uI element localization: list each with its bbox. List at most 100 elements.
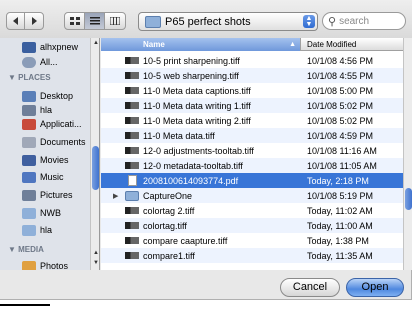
sidebar: alhxpnew All... ▼ PLACES Desktop hla App… — [0, 38, 100, 270]
search-icon: ⚲ — [328, 15, 337, 28]
sidebar-item-label: Documents — [40, 137, 86, 147]
file-date-modified: Today, 11:00 AM — [307, 220, 373, 231]
sidebar-item-documents[interactable]: Documents — [0, 135, 90, 149]
file-row[interactable]: 2008100614093774.pdf Today, 2:18 PM — [101, 173, 403, 188]
folder-icon — [22, 207, 36, 219]
file-date-modified: Today, 11:35 AM — [307, 250, 373, 261]
sidebar-scrollbar[interactable]: ▲ ▲ ▼ — [90, 38, 99, 270]
pictures-icon — [22, 189, 36, 201]
scroll-down-arrow-icon[interactable]: ▼ — [92, 260, 99, 268]
file-date-modified: 10/1/08 5:02 PM — [307, 100, 374, 111]
file-row[interactable]: colortag.tiff Today, 11:00 AM — [101, 218, 403, 233]
file-name: compare caapture.tiff — [143, 235, 228, 246]
forward-arrow-icon[interactable] — [25, 13, 43, 29]
sidebar-item-all[interactable]: All... — [0, 55, 90, 69]
file-date-modified: Today, 11:02 AM — [307, 205, 373, 216]
tiff-icon — [125, 132, 139, 139]
file-name: 11-0 Meta data writing 1.tiff — [143, 100, 251, 111]
file-row[interactable]: 10-5 print sharpening.tiff 10/1/08 4:56 P… — [101, 53, 403, 68]
sidebar-scroll-thumb[interactable] — [92, 146, 99, 190]
file-row[interactable]: colortag 2.tiff Today, 11:02 AM — [101, 203, 403, 218]
folder-icon — [22, 224, 36, 236]
sort-ascending-icon: ▲ — [289, 41, 296, 48]
file-row[interactable]: 12-0 adjustments-tooltab.tiff 10/1/08 11:… — [101, 143, 403, 158]
file-name: 10-5 print sharpening.tiff — [143, 55, 240, 66]
disk-icon — [22, 41, 36, 53]
file-row[interactable]: 10-5 web sharpening.tiff 10/1/08 4:55 PM — [101, 68, 403, 83]
list-scroll-thumb[interactable] — [405, 188, 412, 210]
media-header[interactable]: ▼ MEDIA — [8, 245, 44, 254]
scroll-up-arrow-icon[interactable]: ▲ — [92, 250, 99, 258]
folder-icon — [125, 190, 139, 201]
button-bar: Cancel Open — [0, 270, 412, 300]
file-date-modified: Today, 1:38 PM — [307, 235, 369, 246]
file-date-modified: 10/1/08 4:59 PM — [307, 130, 374, 141]
cancel-button[interactable]: Cancel — [280, 278, 340, 297]
sidebar-item-label: Desktop — [40, 91, 74, 101]
tiff-icon — [125, 162, 139, 169]
sidebar-item-label: Applicati... — [40, 119, 82, 129]
file-row[interactable]: 11-0 Meta data writing 1.tiff 10/1/08 5:0… — [101, 98, 403, 113]
location-popup[interactable]: P65 perfect shots ▲ ▼ — [138, 12, 318, 31]
popup-arrows-icon: ▲ ▼ — [303, 15, 315, 28]
sidebar-item-applications[interactable]: Applicati... — [0, 117, 90, 131]
file-name: 11-0 Meta data writing 2.tiff — [143, 115, 251, 126]
sidebar-item-nwb[interactable]: NWB — [0, 206, 90, 220]
movies-icon — [22, 154, 36, 166]
scroll-up-arrow-icon[interactable]: ▲ — [92, 40, 99, 48]
list-view-icon[interactable] — [85, 13, 105, 29]
back-arrow-icon[interactable] — [7, 13, 25, 29]
sidebar-item-label: Movies — [40, 155, 69, 165]
list-scrollbar[interactable] — [403, 38, 412, 270]
sidebar-item-label: Pictures — [40, 190, 73, 200]
tiff-icon — [125, 237, 139, 244]
file-date-modified: 10/1/08 5:02 PM — [307, 115, 374, 126]
file-name: 11-0 Meta data.tiff — [143, 130, 215, 141]
name-column-header[interactable]: Name ▲ — [101, 38, 301, 51]
file-date-modified: 10/1/08 5:19 PM — [307, 190, 374, 201]
icon-view-icon[interactable] — [65, 13, 85, 29]
sidebar-item-desktop[interactable]: Desktop — [0, 89, 90, 103]
sidebar-item-hla-folder[interactable]: hla — [0, 223, 90, 237]
file-row[interactable]: 11-0 Meta data writing 2.tiff 10/1/08 5:0… — [101, 113, 403, 128]
tiff-icon — [125, 207, 139, 214]
file-row[interactable]: 11-0 Meta data captions.tiff 10/1/08 5:00… — [101, 83, 403, 98]
sidebar-item-label: hla — [40, 225, 53, 235]
search-input[interactable] — [339, 15, 400, 27]
network-icon — [22, 56, 36, 68]
disclosure-triangle-icon[interactable]: ▶ — [113, 192, 118, 200]
photos-icon — [22, 260, 36, 270]
column-header: Name ▲ Date Modified — [101, 38, 403, 51]
file-row[interactable]: 12-0 metadata-tooltab.tiff 10/1/08 11:05 … — [101, 158, 403, 173]
file-row[interactable]: compare1.tiff Today, 11:35 AM — [101, 248, 403, 263]
sidebar-item-pictures[interactable]: Pictures — [0, 188, 90, 202]
sidebar-item-label: alhxpnew — [40, 42, 79, 52]
places-header[interactable]: ▼ PLACES — [8, 73, 51, 82]
file-row[interactable]: ▶ CaptureOne 10/1/08 5:19 PM — [101, 188, 403, 203]
sidebar-item-label: Photos — [40, 261, 69, 270]
back-forward-control — [6, 12, 44, 30]
music-icon — [22, 171, 36, 183]
sidebar-item-movies[interactable]: Movies — [0, 153, 90, 167]
tiff-icon — [125, 252, 139, 259]
sidebar-item-label: All... — [40, 57, 58, 67]
sidebar-item-music[interactable]: Music — [0, 170, 90, 184]
file-name: CaptureOne — [143, 190, 193, 201]
sidebar-item-alhxpnew[interactable]: alhxpnew — [0, 40, 90, 54]
file-row[interactable]: compare caapture.tiff Today, 1:38 PM — [101, 233, 403, 248]
file-name: colortag.tiff — [143, 220, 187, 231]
file-date-modified: 10/1/08 11:05 AM — [307, 160, 377, 171]
applications-icon — [22, 118, 36, 130]
file-row[interactable]: 11-0 Meta data.tiff 10/1/08 4:59 PM — [101, 128, 403, 143]
documents-icon — [22, 136, 36, 148]
toolbar: P65 perfect shots ▲ ▼ ⚲ — [0, 0, 412, 38]
sidebar-item-label: Music — [40, 172, 64, 182]
sidebar-item-hla-home[interactable]: hla — [0, 103, 90, 117]
file-date-modified: 10/1/08 11:16 AM — [307, 145, 377, 156]
column-view-icon[interactable] — [105, 13, 125, 29]
sidebar-item-photos[interactable]: Photos — [0, 259, 90, 270]
search-field[interactable]: ⚲ — [322, 12, 406, 30]
open-button[interactable]: Open — [346, 278, 404, 297]
date-column-header[interactable]: Date Modified — [303, 38, 403, 51]
tiff-icon — [125, 87, 139, 94]
